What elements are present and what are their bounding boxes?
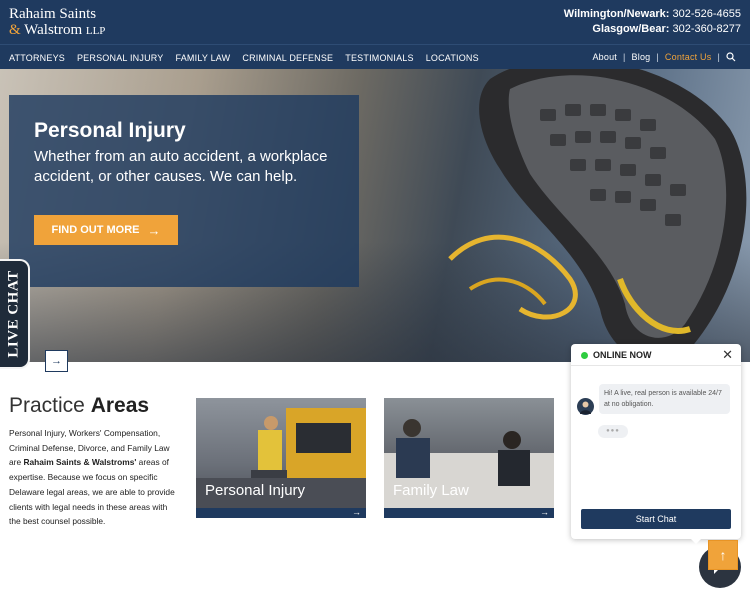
hero-banner: Personal Injury Whether from an auto acc… bbox=[0, 69, 750, 362]
hero-title: Personal Injury bbox=[34, 119, 186, 142]
chat-widget: ONLINE NOW ✕ Hi! A live, real person is … bbox=[571, 344, 741, 544]
hero-shoe-image bbox=[448, 69, 747, 362]
live-chat-tab[interactable]: LIVE CHAT bbox=[0, 259, 30, 369]
arrow-up-icon: ↑ bbox=[719, 547, 727, 563]
nav-criminal-defense[interactable]: CRIMINAL DEFENSE bbox=[242, 53, 333, 63]
main-nav: ATTORNEYS PERSONAL INJURY FAMILY LAW CRI… bbox=[0, 44, 750, 69]
hero-text: Whether from an auto accident, a workpla… bbox=[34, 148, 328, 185]
practice-title-light: Practice bbox=[9, 394, 85, 417]
logo-line2-wrap: & Walstrom LLP bbox=[9, 22, 105, 39]
practice-card-family-law[interactable]: Family Law → bbox=[384, 398, 554, 520]
practice-desc-bold: Rahaim Saints & Walstroms' bbox=[23, 457, 137, 468]
card-label: Family Law bbox=[393, 482, 469, 499]
phone2-label: Glasgow/Bear: bbox=[592, 23, 670, 35]
practice-areas-title: Practice Areas bbox=[9, 394, 149, 418]
arrow-right-icon: → bbox=[147, 222, 161, 238]
logo-ampersand: & bbox=[9, 22, 21, 38]
card-bar: → bbox=[384, 507, 554, 518]
hero-panel: Personal Injury Whether from an auto acc… bbox=[9, 95, 359, 287]
nav-primary: ATTORNEYS PERSONAL INJURY FAMILY LAW CRI… bbox=[9, 53, 479, 63]
phone1-number: 302-526-4655 bbox=[672, 8, 741, 20]
close-icon[interactable]: ✕ bbox=[722, 347, 733, 363]
nav-separator: | bbox=[656, 52, 659, 62]
nav-contact-us[interactable]: Contact Us bbox=[665, 52, 712, 62]
chat-message: Hi! A live, real person is available 24/… bbox=[599, 384, 730, 414]
nav-about[interactable]: About bbox=[592, 52, 617, 62]
start-chat-button[interactable]: Start Chat bbox=[581, 509, 731, 529]
phone1-label: Wilmington/Newark: bbox=[563, 8, 670, 20]
phone-glasgow[interactable]: Glasgow/Bear: 302-360-8277 bbox=[564, 22, 741, 37]
chat-header: ONLINE NOW ✕ bbox=[571, 344, 741, 366]
nav-family-law[interactable]: FAMILY LAW bbox=[176, 53, 231, 63]
nav-blog[interactable]: Blog bbox=[632, 52, 651, 62]
find-out-more-button[interactable]: FIND OUT MORE → bbox=[34, 215, 178, 245]
slider-next-button[interactable]: → bbox=[45, 350, 68, 372]
practice-title-bold: Areas bbox=[90, 394, 150, 417]
arrow-right-icon: → bbox=[51, 355, 62, 367]
online-status-text: ONLINE NOW bbox=[593, 350, 652, 360]
logo-line2: Walstrom bbox=[24, 22, 83, 38]
logo-llp: LLP bbox=[85, 25, 106, 37]
nav-testimonials[interactable]: TESTIMONIALS bbox=[345, 53, 413, 63]
practice-areas-description: Personal Injury, Workers' Compensation, … bbox=[9, 426, 179, 529]
search-icon[interactable] bbox=[726, 52, 736, 62]
scroll-to-top-button[interactable]: ↑ bbox=[708, 540, 738, 570]
typing-indicator: ●●● bbox=[598, 425, 628, 438]
nav-personal-injury[interactable]: PERSONAL INJURY bbox=[77, 53, 164, 63]
nav-separator: | bbox=[717, 52, 720, 62]
find-out-more-label: FIND OUT MORE bbox=[51, 224, 140, 236]
nav-separator: | bbox=[623, 52, 626, 62]
phone2-number: 302-360-8277 bbox=[672, 23, 741, 35]
chat-tail bbox=[689, 537, 703, 544]
card-label: Personal Injury bbox=[205, 482, 306, 499]
online-status-dot bbox=[581, 352, 588, 359]
phone-numbers: Wilmington/Newark: 302-526-4655 Glasgow/… bbox=[564, 7, 741, 37]
phone-wilmington[interactable]: Wilmington/Newark: 302-526-4655 bbox=[564, 7, 741, 22]
agent-avatar bbox=[577, 398, 594, 415]
arrow-right-icon: → bbox=[352, 507, 361, 517]
nav-locations[interactable]: LOCATIONS bbox=[426, 53, 479, 63]
practice-desc-end: areas of expertise. Because we focus on … bbox=[9, 457, 175, 527]
logo-line1: Rahaim Saints bbox=[9, 6, 97, 22]
arrow-right-icon: → bbox=[540, 507, 549, 517]
top-header: Rahaim Saints & Walstrom LLP Wilmington/… bbox=[0, 0, 750, 44]
nav-secondary: About | Blog | Contact Us | bbox=[592, 52, 736, 62]
practice-card-personal-injury[interactable]: Personal Injury → bbox=[196, 398, 366, 520]
site-logo[interactable]: Rahaim Saints & Walstrom LLP bbox=[9, 6, 105, 39]
card-bar: → bbox=[196, 507, 366, 518]
nav-attorneys[interactable]: ATTORNEYS bbox=[9, 53, 65, 63]
live-chat-tab-label: LIVE CHAT bbox=[5, 270, 22, 358]
